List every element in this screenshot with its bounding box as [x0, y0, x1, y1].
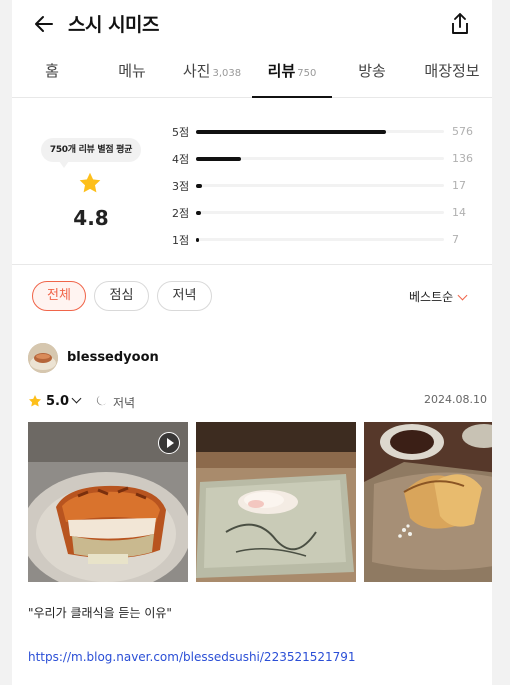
rating-bar-count: 576 — [452, 125, 473, 138]
rating-bar-track — [196, 183, 444, 188]
review-photo[interactable] — [28, 422, 188, 582]
page-title: 스시 시미즈 — [68, 14, 160, 36]
review-photo[interactable] — [364, 422, 492, 582]
rating-bar-count: 17 — [452, 179, 466, 192]
rating-bar-label: 4점 — [172, 153, 190, 166]
rating-bar-fill — [196, 210, 201, 215]
filter-chip-lunch[interactable]: 점심 — [94, 281, 149, 311]
rating-bar-row: 3점 17 — [172, 176, 472, 194]
rating-bar-row: 4점 136 — [172, 149, 473, 167]
filter-chip-dinner[interactable]: 저녁 — [157, 281, 212, 311]
tab-store-info[interactable]: 매장정보 — [412, 48, 492, 98]
rating-bar-row: 2점 14 — [172, 203, 472, 221]
rating-bar-count: 7 — [452, 233, 459, 246]
tab-label: 홈 — [45, 62, 59, 80]
tab-menu[interactable]: 메뉴 — [92, 48, 172, 98]
review-photo[interactable] — [196, 422, 356, 582]
tab-count: 750 — [297, 68, 317, 79]
review-link[interactable]: https://m.blog.naver.com/blessedsushi/22… — [28, 650, 356, 664]
review-filters: 전체 점심 저녁 베스트순 — [12, 265, 492, 327]
rating-bar-track — [196, 129, 444, 134]
review-meal-type: 저녁 — [113, 396, 136, 410]
rating-bar-track — [196, 156, 444, 161]
play-icon[interactable] — [158, 432, 180, 454]
rating-bar-count: 14 — [452, 206, 466, 219]
tab-bar: 홈 메뉴 사진 3,038 리뷰 750 방송 매장정보 — [12, 48, 492, 98]
rating-bar-fill — [196, 156, 241, 161]
rating-bar-track — [196, 237, 444, 242]
review-score: 5.0 — [46, 394, 70, 409]
tab-label: 사진 — [182, 62, 211, 80]
tab-photos[interactable]: 사진 3,038 — [172, 48, 252, 98]
moon-icon — [96, 395, 107, 406]
review-username[interactable]: blessedyoon — [67, 350, 159, 365]
rating-bar-fill — [196, 129, 387, 134]
sort-label: 베스트순 — [409, 290, 454, 304]
review-average-bubble: 750개 리뷰 별점 평균 — [41, 138, 141, 168]
rating-bar-label: 5점 — [172, 126, 190, 139]
restaurant-review-page: 스시 시미즈 홈 메뉴 사진 3,038 리뷰 750 방송 매장정보 750개 리… — [12, 0, 492, 685]
chevron-down-icon — [457, 290, 468, 301]
star-icon — [79, 172, 101, 193]
rating-bar-label: 3점 — [172, 180, 190, 193]
tab-label: 방송 — [358, 62, 386, 80]
header: 스시 시미즈 — [12, 0, 492, 48]
share-icon[interactable] — [448, 11, 472, 37]
tab-home[interactable]: 홈 — [12, 48, 92, 98]
tab-label: 매장정보 — [424, 62, 480, 80]
tab-label: 리뷰 — [267, 62, 296, 80]
rating-bar-fill — [196, 183, 202, 188]
review-text: "우리가 클래식을 듣는 이유" — [28, 606, 172, 620]
rating-bar-label: 2점 — [172, 207, 190, 220]
average-rating: 4.8 — [73, 206, 109, 230]
arrow-left-icon[interactable] — [32, 12, 56, 36]
rating-bar-count: 136 — [452, 152, 473, 165]
sort-dropdown[interactable]: 베스트순 — [409, 288, 468, 305]
rating-bar-row: 5점 576 — [172, 122, 473, 140]
rating-bar-track — [196, 210, 444, 215]
tab-broadcast[interactable]: 방송 — [332, 48, 412, 98]
tab-reviews[interactable]: 리뷰 750 — [252, 48, 332, 98]
rating-summary: 750개 리뷰 별점 평균 4.8 5점 576 4점 136 3점 17 2점… — [12, 98, 492, 265]
rating-bar-label: 1점 — [172, 234, 190, 247]
tab-count: 3,038 — [212, 68, 242, 79]
chevron-down-icon[interactable] — [71, 393, 82, 404]
star-icon — [28, 395, 42, 407]
avatar[interactable] — [28, 343, 58, 373]
filter-chip-all[interactable]: 전체 — [32, 281, 86, 311]
review-date: 2024.08.10 — [424, 393, 487, 406]
tab-label: 메뉴 — [118, 62, 146, 80]
rating-bar-fill — [196, 237, 199, 242]
rating-bar-row: 1점 7 — [172, 230, 472, 248]
